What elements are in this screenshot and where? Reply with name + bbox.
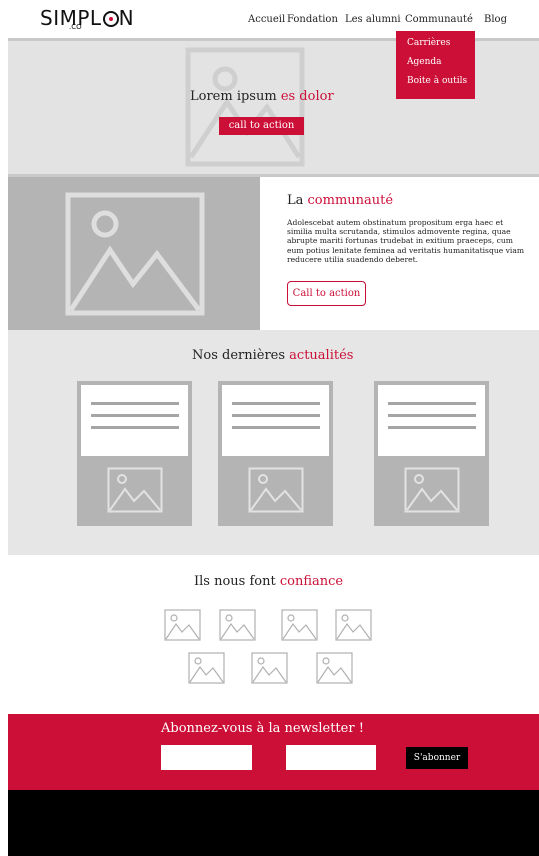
hero-title: Lorem ipsum es dolor [190,89,334,104]
partner-logo-placeholder-icon [281,609,318,641]
partner-logo-placeholder-icon [335,609,372,641]
card-text-area [378,385,485,456]
subscribe-button[interactable]: S'abonner [406,747,468,769]
partner-logo-placeholder-icon [164,609,201,641]
community-image [8,177,260,330]
nav-accueil[interactable]: Accueil [248,14,285,25]
image-placeholder-icon [65,192,205,316]
community-cta-button[interactable]: Call to action [287,281,366,306]
site-footer [8,790,539,856]
partner-logo-placeholder-icon [251,652,288,684]
logo-suffix: .CO [69,23,82,31]
community-description: Adolescebat autem obstinatum propositum … [287,218,525,264]
newsletter-input-2[interactable] [286,745,376,770]
nav-blog[interactable]: Blog [484,14,507,25]
news-card[interactable] [218,381,333,526]
communaute-dropdown-menu: Carrières Agenda Boite à outils [396,31,475,99]
news-title: Nos dernières actualités [192,348,354,363]
image-placeholder-icon [107,467,163,513]
menu-item-carrieres[interactable]: Carrières [407,38,450,48]
community-title: La communauté [287,193,394,208]
hero-cta-button[interactable]: call to action [219,117,304,135]
simplon-logo[interactable]: SIMPL N [40,6,134,30]
image-placeholder-icon [248,467,304,513]
newsletter-input-1[interactable] [161,745,252,770]
partner-logo-placeholder-icon [219,609,256,641]
card-text-area [222,385,329,456]
partner-logo-placeholder-icon [316,652,353,684]
menu-item-agenda[interactable]: Agenda [407,57,442,67]
card-text-area [81,385,188,456]
news-card[interactable] [374,381,489,526]
partners-title: Ils nous font confiance [194,574,344,589]
nav-fondation[interactable]: Fondation [287,14,338,25]
logo-o-icon [102,6,119,30]
partner-logo-placeholder-icon [188,652,225,684]
nav-communaute[interactable]: Communauté [405,14,473,25]
image-placeholder-icon [185,47,305,167]
newsletter-title: Abonnez-vous à la newsletter ! [161,721,364,736]
menu-item-boite-a-outils[interactable]: Boite à outils [407,76,467,86]
nav-les-alumni[interactable]: Les alumni [345,14,401,25]
image-placeholder-icon [404,467,460,513]
news-card[interactable] [77,381,192,526]
